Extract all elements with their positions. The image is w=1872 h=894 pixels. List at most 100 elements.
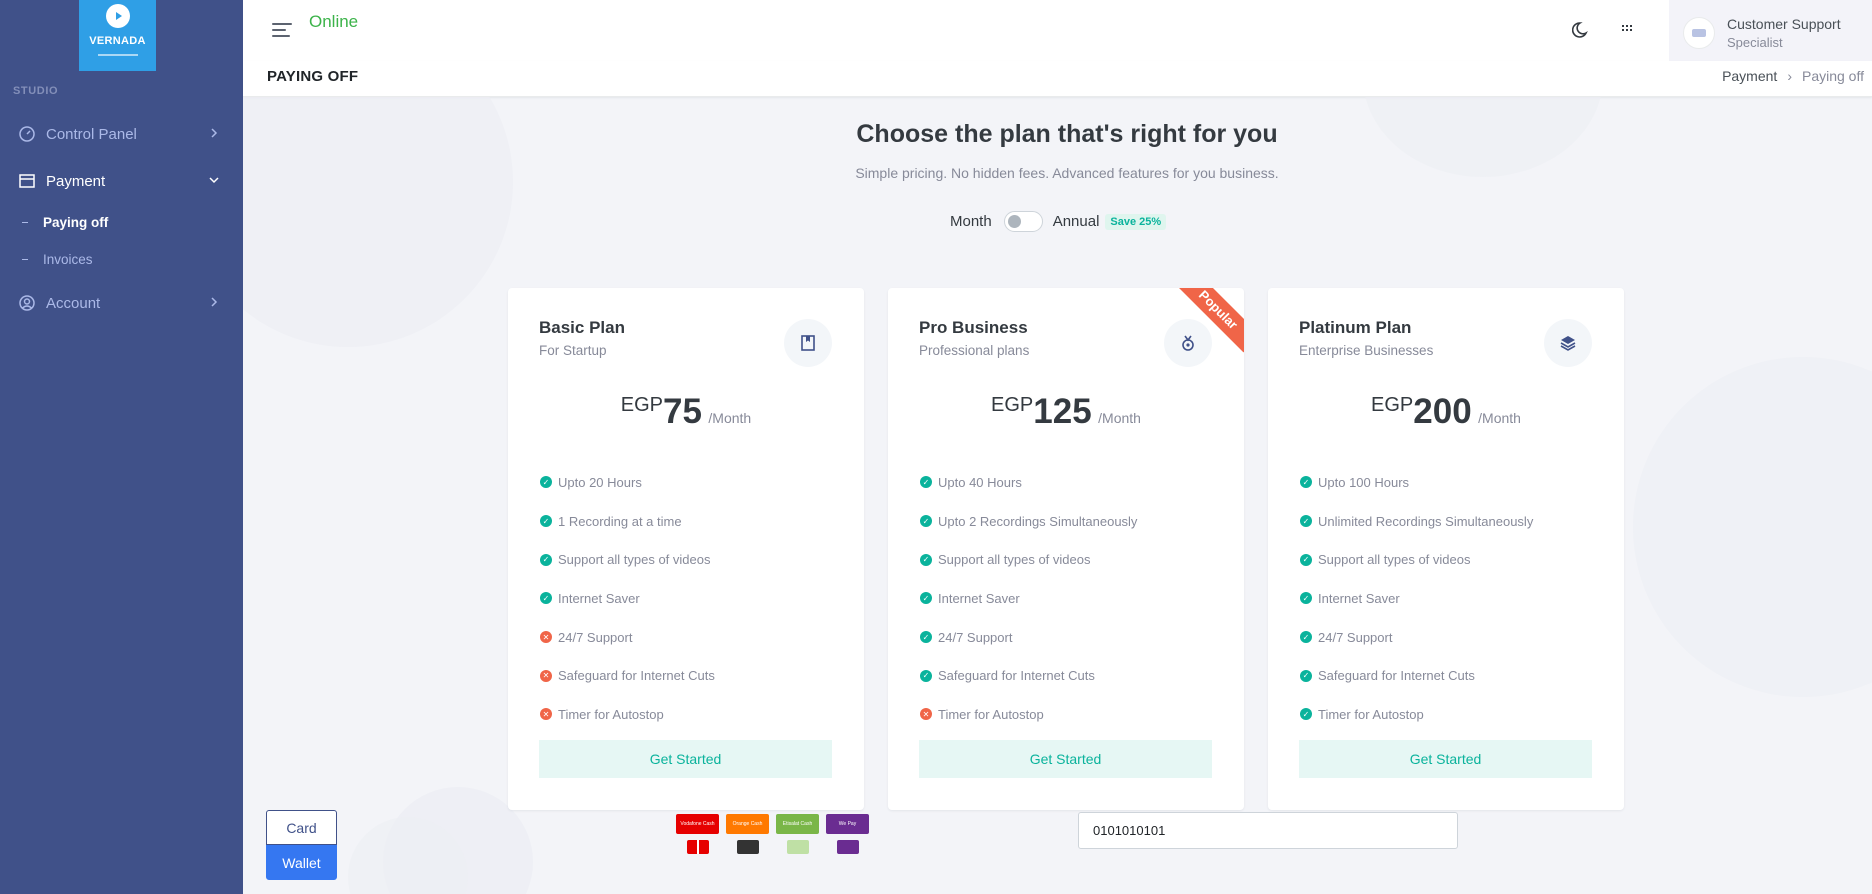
feature-list: ✓ Upto 40 Hours ✓ Upto 2 Recordings Simult… xyxy=(920,463,1137,734)
sidebar-item-payment[interactable]: Payment xyxy=(0,164,243,198)
feature-item: ✕ Safeguard for Internet Cuts xyxy=(540,656,715,695)
page-title: PAYING OFF xyxy=(267,68,359,85)
check-icon: ✓ xyxy=(1300,515,1312,528)
sidebar-item-label: Control Panel xyxy=(46,125,137,143)
sidebar-item-account[interactable]: Account xyxy=(0,286,243,320)
tab-card[interactable]: Card xyxy=(266,810,337,845)
dash-icon xyxy=(22,259,28,260)
get-started-button[interactable]: Get Started xyxy=(1299,740,1592,778)
dark-mode-toggle-icon[interactable] xyxy=(1572,20,1592,40)
wallet-label: Etisalat Cash xyxy=(776,814,819,834)
toggle-label-month: Month xyxy=(950,213,992,230)
feature-text: Internet Saver xyxy=(1318,590,1400,606)
sidebar: VERNADA STUDIO Control Panel Payment Pay… xyxy=(0,0,243,894)
etisalat-logo-icon xyxy=(786,840,809,854)
feature-item: ✕ 24/7 Support xyxy=(540,618,715,657)
user-dropdown[interactable]: Customer Support Specialist xyxy=(1669,0,1872,66)
get-started-button[interactable]: Get Started xyxy=(539,740,832,778)
check-icon: ✓ xyxy=(1300,669,1312,682)
apps-grid-icon[interactable] xyxy=(1621,24,1633,36)
account-icon xyxy=(19,295,35,311)
check-icon: ✓ xyxy=(920,592,932,605)
price-currency: EGP xyxy=(1371,394,1414,416)
billing-period-switch[interactable] xyxy=(1003,211,1043,232)
menu-title: STUDIO xyxy=(13,85,59,97)
check-icon: ✓ xyxy=(1300,553,1312,566)
save-badge: Save 25% xyxy=(1105,213,1167,230)
feature-text: Internet Saver xyxy=(558,590,640,606)
price-period: /Month xyxy=(1478,410,1521,426)
price-period: /Month xyxy=(708,410,752,426)
sidebar-subitem-paying-off[interactable]: Paying off xyxy=(22,215,108,230)
status-text: Online xyxy=(309,12,359,31)
price-period: /Month xyxy=(1098,410,1141,426)
tab-wallet[interactable]: Wallet xyxy=(266,845,337,880)
feature-list: ✓ Upto 100 Hours ✓ Unlimited Recordings Si… xyxy=(1300,463,1533,734)
logo-tagline xyxy=(97,54,138,56)
feature-item: ✓ Internet Saver xyxy=(1300,579,1533,618)
logo-text: VERNADA xyxy=(89,35,146,47)
wallet-option-vodafone[interactable]: Vodafone Cash xyxy=(676,814,719,854)
feature-item: ✓ Upto 100 Hours xyxy=(1300,463,1533,502)
dashboard-icon xyxy=(19,126,35,142)
feature-text: 1 Recording at a time xyxy=(558,513,682,529)
vodafone-logo-icon xyxy=(686,840,709,854)
feature-item: ✓ 1 Recording at a time xyxy=(540,502,715,541)
feature-item: ✓ Timer for Autostop xyxy=(1300,695,1533,734)
wallet-option-we[interactable]: We Pay xyxy=(826,814,869,854)
plan-price: EGP200 /Month xyxy=(1268,392,1624,432)
plan-price: EGP125 /Month xyxy=(888,392,1244,432)
check-icon: ✓ xyxy=(540,515,552,528)
plan-card-platinum: Platinum Plan Enterprise Businesses EGP2… xyxy=(1268,288,1624,810)
feature-text: Support all types of videos xyxy=(938,552,1091,568)
cross-icon: ✕ xyxy=(920,708,932,721)
check-icon: ✓ xyxy=(1300,631,1312,644)
feature-text: Timer for Autostop xyxy=(1318,706,1424,722)
hamburger-menu-icon[interactable] xyxy=(272,23,292,39)
feature-text: Internet Saver xyxy=(938,590,1020,606)
wallet-option-etisalat[interactable]: Etisalat Cash xyxy=(776,814,819,854)
bookmark-icon xyxy=(784,319,832,367)
sidebar-subitem-label: Invoices xyxy=(43,252,93,267)
pricing-subheading: Simple pricing. No hidden fees. Advanced… xyxy=(855,165,1279,181)
sidebar-subitem-label: Paying off xyxy=(43,215,109,230)
plan-subtitle: For Startup xyxy=(539,343,607,358)
payment-method-tabs: Card Wallet xyxy=(266,810,337,880)
play-icon xyxy=(105,4,130,28)
breadcrumb: Payment › Paying off xyxy=(1722,68,1864,84)
feature-item: ✓ Internet Saver xyxy=(540,579,715,618)
sidebar-subitem-invoices[interactable]: Invoices xyxy=(22,252,93,267)
wallet-phone-input[interactable] xyxy=(1078,812,1458,849)
wallet-label: Vodafone Cash xyxy=(676,814,719,834)
wallet-options: Vodafone Cash Orange Cash Etisalat Cash … xyxy=(676,814,876,854)
feature-text: Safeguard for Internet Cuts xyxy=(558,668,715,684)
toggle-label-annual: Annual xyxy=(1052,213,1100,230)
breadcrumb-item[interactable]: Payment xyxy=(1722,68,1777,84)
feature-text: Timer for Autostop xyxy=(558,706,664,722)
sidebar-item-control-panel[interactable]: Control Panel xyxy=(0,117,243,151)
cross-icon: ✕ xyxy=(540,669,552,682)
pricing-heading: Choose the plan that's right for you xyxy=(856,120,1278,148)
plan-price: EGP75 /Month xyxy=(508,392,864,432)
feature-text: 24/7 Support xyxy=(558,629,633,645)
feature-text: Upto 2 Recordings Simultaneously xyxy=(938,513,1138,529)
feature-text: Support all types of videos xyxy=(558,552,711,568)
page-title-bar: PAYING OFF Payment › Paying off xyxy=(243,61,1872,97)
feature-item: ✕ Timer for Autostop xyxy=(920,695,1137,734)
check-icon: ✓ xyxy=(540,553,552,566)
feature-text: Unlimited Recordings Simultaneously xyxy=(1318,513,1534,529)
wallet-label: We Pay xyxy=(826,814,869,834)
price-amount: 75 xyxy=(663,392,702,431)
check-icon: ✓ xyxy=(920,669,932,682)
plan-card-basic: Basic Plan For Startup EGP75 /Month ✓ Upt… xyxy=(508,288,864,810)
get-started-button[interactable]: Get Started xyxy=(919,740,1212,778)
breadcrumb-current: Paying off xyxy=(1801,68,1864,84)
chevron-right-icon xyxy=(211,128,218,138)
price-currency: EGP xyxy=(620,394,664,416)
feature-item: ✓ Upto 20 Hours xyxy=(540,463,715,502)
feature-item: ✓ Support all types of videos xyxy=(1300,540,1533,579)
cross-icon: ✕ xyxy=(540,708,552,721)
wallet-option-orange[interactable]: Orange Cash xyxy=(726,814,769,854)
feature-item: ✓ Support all types of videos xyxy=(920,540,1137,579)
logo[interactable]: VERNADA xyxy=(79,0,156,71)
